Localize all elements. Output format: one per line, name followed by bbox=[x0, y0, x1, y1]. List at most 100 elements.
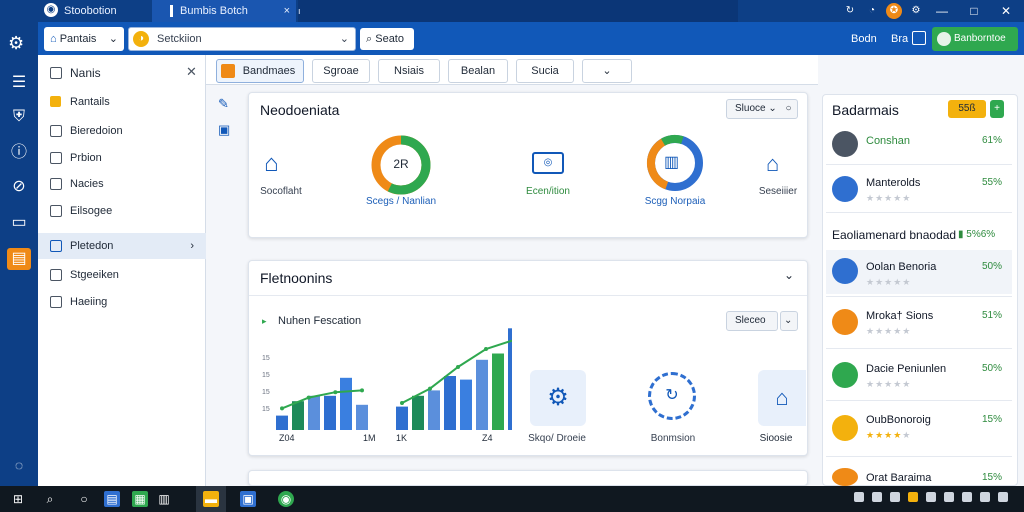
address-input[interactable]: Setckiion ⌄ bbox=[128, 27, 356, 51]
toolbar-link-1[interactable]: Bodn bbox=[851, 28, 877, 50]
tab-nsiais[interactable]: Nsiais bbox=[378, 59, 440, 83]
chart-filter-chevron[interactable]: ⌄ bbox=[780, 311, 798, 331]
row-name[interactable]: Conshan bbox=[866, 135, 910, 147]
plus-icon[interactable]: + bbox=[990, 100, 1004, 118]
bell-icon[interactable]: ◔ bbox=[864, 3, 880, 19]
nav-item-prbion[interactable]: Prbion bbox=[38, 145, 206, 171]
summary-filter-dropdown[interactable]: Sluoce ⌄ ○ bbox=[726, 99, 798, 119]
tray-icon[interactable] bbox=[926, 492, 936, 502]
bank-icon[interactable]: ⌂ bbox=[758, 370, 806, 426]
calendar-icon[interactable]: ▤ bbox=[7, 248, 31, 270]
stat-label: Ecen/ition bbox=[526, 186, 570, 197]
nav-item-rantails[interactable]: Rantails bbox=[38, 89, 206, 115]
edit-icon[interactable]: ✎ bbox=[218, 96, 229, 112]
grid-icon[interactable]: ▥ bbox=[156, 491, 172, 507]
row-name[interactable]: Dacie Peniunlen bbox=[866, 363, 946, 375]
home-icon: ⌂ bbox=[264, 150, 279, 177]
bar bbox=[276, 415, 288, 430]
divider bbox=[826, 164, 1012, 165]
app-icon[interactable]: ▤ bbox=[104, 491, 120, 507]
new-tab-icon[interactable]: ı bbox=[298, 0, 301, 22]
chevron-down-icon[interactable]: ⌄ bbox=[340, 28, 349, 50]
close-icon[interactable]: ✕ bbox=[186, 64, 197, 80]
info-icon[interactable]: ⓘ bbox=[7, 142, 31, 164]
close-tab-icon[interactable]: × bbox=[284, 0, 290, 22]
nav-item-label: Eilsogee bbox=[70, 205, 113, 217]
shield-icon[interactable]: ⛨ bbox=[7, 106, 31, 128]
gear-icon[interactable]: ⚙ bbox=[8, 33, 24, 54]
sync-gear-icon[interactable]: ↻ bbox=[648, 372, 696, 420]
widget-label: Sioosie bbox=[759, 433, 793, 444]
row-name[interactable]: OubBonoroig bbox=[866, 414, 931, 426]
nav-item-label: Bieredoion bbox=[70, 125, 123, 137]
bar bbox=[412, 395, 424, 430]
tab-bealan[interactable]: Bealan bbox=[448, 59, 508, 83]
browser-icon[interactable]: ◉ bbox=[278, 491, 294, 507]
bar bbox=[356, 404, 368, 430]
image-icon[interactable]: ▣ bbox=[218, 122, 230, 138]
minimize-button[interactable]: — bbox=[926, 0, 958, 22]
rating-stars: ★★★★★ bbox=[866, 379, 912, 389]
window-icon[interactable] bbox=[912, 31, 926, 45]
user-button[interactable]: Banborntoe bbox=[932, 27, 1018, 51]
nav-item-bieredoion[interactable]: Bieredoion bbox=[38, 118, 206, 144]
tray-icon[interactable] bbox=[872, 492, 882, 502]
folder-icon[interactable]: ▬ bbox=[203, 491, 219, 507]
help-icon[interactable]: ◌ bbox=[7, 454, 31, 476]
home-label: Pantais bbox=[59, 33, 97, 45]
home-dropdown[interactable]: ⌂ Pantais ⌄ bbox=[44, 27, 124, 51]
widget-label: Bonmsion bbox=[650, 433, 696, 444]
bullet-icon: ▸ bbox=[262, 316, 267, 326]
profile-icon[interactable]: ✪ bbox=[886, 3, 902, 19]
nav-item-eilsogee[interactable]: Eilsogee bbox=[38, 198, 206, 224]
nav-item-nacies[interactable]: Nacies bbox=[38, 171, 206, 197]
nav-item-pletedon[interactable]: Pletedon › bbox=[38, 233, 206, 259]
row-name[interactable]: Mroka† Sions bbox=[866, 310, 933, 322]
refresh-icon[interactable]: ↻ bbox=[842, 3, 858, 19]
row-name[interactable]: Oolan Benoria bbox=[866, 261, 936, 273]
tray-icon[interactable] bbox=[908, 492, 918, 502]
start-icon[interactable]: ⊞ bbox=[10, 491, 26, 507]
search-icon[interactable]: ○ bbox=[76, 491, 92, 507]
nav-item-haeiing[interactable]: Haeiing bbox=[38, 289, 206, 315]
search-icon: ○ bbox=[785, 103, 792, 114]
tab-sucia[interactable]: Sucia bbox=[516, 59, 574, 83]
chart-filter-dropdown[interactable]: Sleceo bbox=[726, 311, 778, 331]
search-icon[interactable]: ⌕ bbox=[42, 491, 58, 507]
divider bbox=[826, 212, 1012, 213]
close-window-button[interactable]: ✕ bbox=[990, 0, 1022, 22]
spreadsheet-icon[interactable]: ▦ bbox=[132, 491, 148, 507]
tab-new[interactable]: ı bbox=[298, 0, 738, 22]
tray-icon[interactable] bbox=[998, 492, 1008, 502]
chevron-down-icon[interactable]: ⌄ bbox=[784, 268, 794, 282]
row-value: 61% bbox=[981, 135, 1002, 146]
report-gear-icon[interactable]: ⚙ bbox=[530, 370, 586, 426]
tab-more[interactable]: ⌄ bbox=[582, 59, 632, 83]
tray-icon[interactable] bbox=[944, 492, 954, 502]
link-icon[interactable]: ⊘ bbox=[7, 176, 31, 198]
tab-bandmaes[interactable]: Bandmaes bbox=[216, 59, 304, 83]
tray-icon[interactable] bbox=[854, 492, 864, 502]
maximize-button[interactable]: □ bbox=[958, 0, 990, 22]
tab-sgroae[interactable]: Sgroae bbox=[312, 59, 370, 83]
tray-icon[interactable] bbox=[980, 492, 990, 502]
tray-icon[interactable] bbox=[962, 492, 972, 502]
window-icon[interactable]: ▣ bbox=[240, 491, 256, 507]
toolbar-link-2[interactable]: Bra bbox=[891, 28, 908, 50]
row-name[interactable]: Manterolds bbox=[866, 177, 920, 189]
y-tick: 15 bbox=[262, 389, 270, 396]
tray-icon[interactable] bbox=[890, 492, 900, 502]
donut-value: 2R bbox=[393, 157, 409, 171]
rating-stars: ★★★★★ bbox=[866, 430, 912, 440]
row-name[interactable]: Orat Baraima bbox=[866, 472, 931, 484]
divider bbox=[826, 456, 1012, 457]
search-button[interactable]: ⌕ Seato bbox=[360, 28, 414, 50]
bar bbox=[508, 328, 512, 430]
tab-stoobotion[interactable]: ◉ Stoobotion bbox=[36, 0, 150, 22]
document-icon[interactable]: ▭ bbox=[7, 212, 31, 234]
settings-icon[interactable]: ⚙ bbox=[908, 3, 924, 19]
nav-item-stgeeiken[interactable]: Stgeeiken bbox=[38, 262, 206, 288]
tab-bumbis-botch[interactable]: Bumbis Botch × bbox=[152, 0, 296, 22]
list-icon[interactable]: ☰ bbox=[7, 72, 31, 94]
nav-item-label: Prbion bbox=[70, 152, 102, 164]
